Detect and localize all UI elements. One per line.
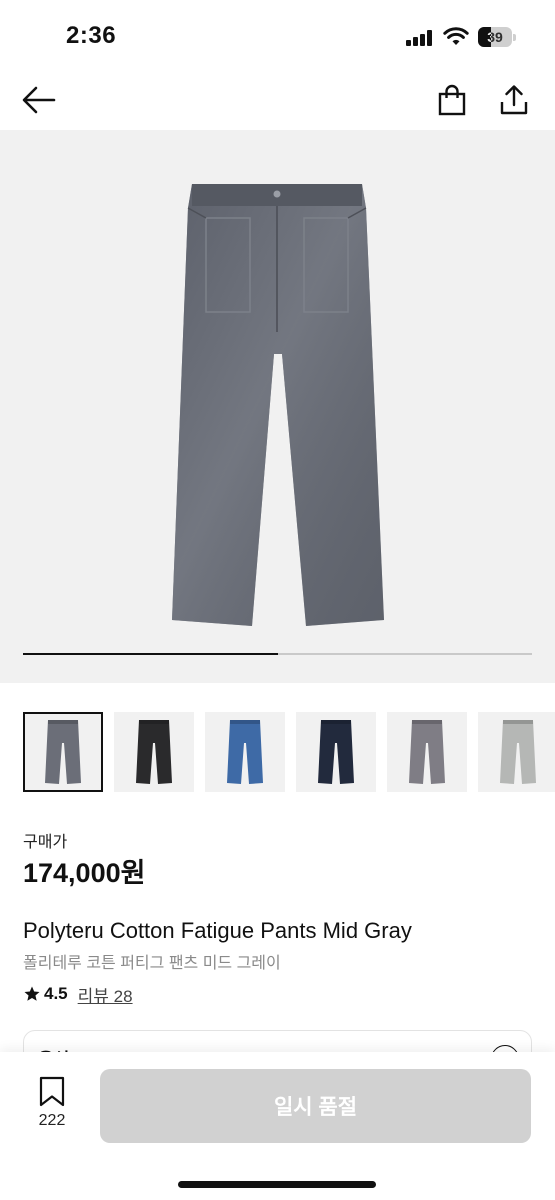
thumbnail-pants-image	[500, 720, 536, 784]
back-arrow-icon[interactable]	[19, 80, 59, 120]
product-image	[172, 184, 384, 626]
color-thumbnail-blue[interactable]	[205, 712, 285, 792]
color-thumbnail-mid-gray[interactable]	[23, 712, 103, 792]
product-image-carousel[interactable]	[0, 130, 555, 683]
battery-icon: 39	[478, 27, 516, 47]
color-thumbnail-gray[interactable]	[387, 712, 467, 792]
product-subtitle: 폴리테루 코튼 퍼티그 팬츠 미드 그레이	[23, 955, 281, 972]
bookmark-icon	[39, 1076, 65, 1107]
thumbnail-pants-image	[136, 720, 172, 784]
share-icon[interactable]	[494, 80, 534, 120]
color-thumbnail-navy[interactable]	[296, 712, 376, 792]
thumbnail-pants-image	[318, 720, 354, 784]
thumbnail-pants-image	[227, 720, 263, 784]
bottom-action-bar: 222 일시 품절	[0, 1052, 555, 1200]
rating-score: 4.5	[44, 984, 68, 1003]
star-icon	[24, 986, 40, 1001]
color-thumbnail-list	[23, 712, 555, 792]
price-label: 구매가	[23, 834, 68, 851]
wishlist-count: 222	[38, 1112, 66, 1129]
review-link[interactable]: 리뷰 28	[78, 982, 133, 1007]
thumbnail-pants-image	[409, 720, 445, 784]
color-thumbnail-light-gray[interactable]	[478, 712, 555, 792]
cellular-signal-icon	[406, 30, 434, 46]
home-indicator	[178, 1181, 376, 1188]
carousel-progress	[23, 653, 532, 655]
sold-out-button[interactable]: 일시 품절	[100, 1069, 531, 1143]
battery-level: 39	[487, 29, 503, 45]
thumbnail-pants-image	[45, 720, 81, 784]
wishlist-button[interactable]: 222	[24, 1076, 80, 1136]
shopping-bag-icon[interactable]	[432, 80, 472, 120]
rating-row: 4.5 리뷰 28	[23, 982, 133, 1006]
color-thumbnail-black[interactable]	[114, 712, 194, 792]
nav-bar	[0, 70, 555, 130]
price-value: 174,000원	[23, 858, 146, 888]
wifi-icon	[443, 26, 469, 46]
status-bar: 2:36 39	[0, 0, 555, 70]
status-time: 2:36	[66, 22, 117, 49]
product-title: Polyteru Cotton Fatigue Pants Mid Gray	[23, 918, 412, 943]
